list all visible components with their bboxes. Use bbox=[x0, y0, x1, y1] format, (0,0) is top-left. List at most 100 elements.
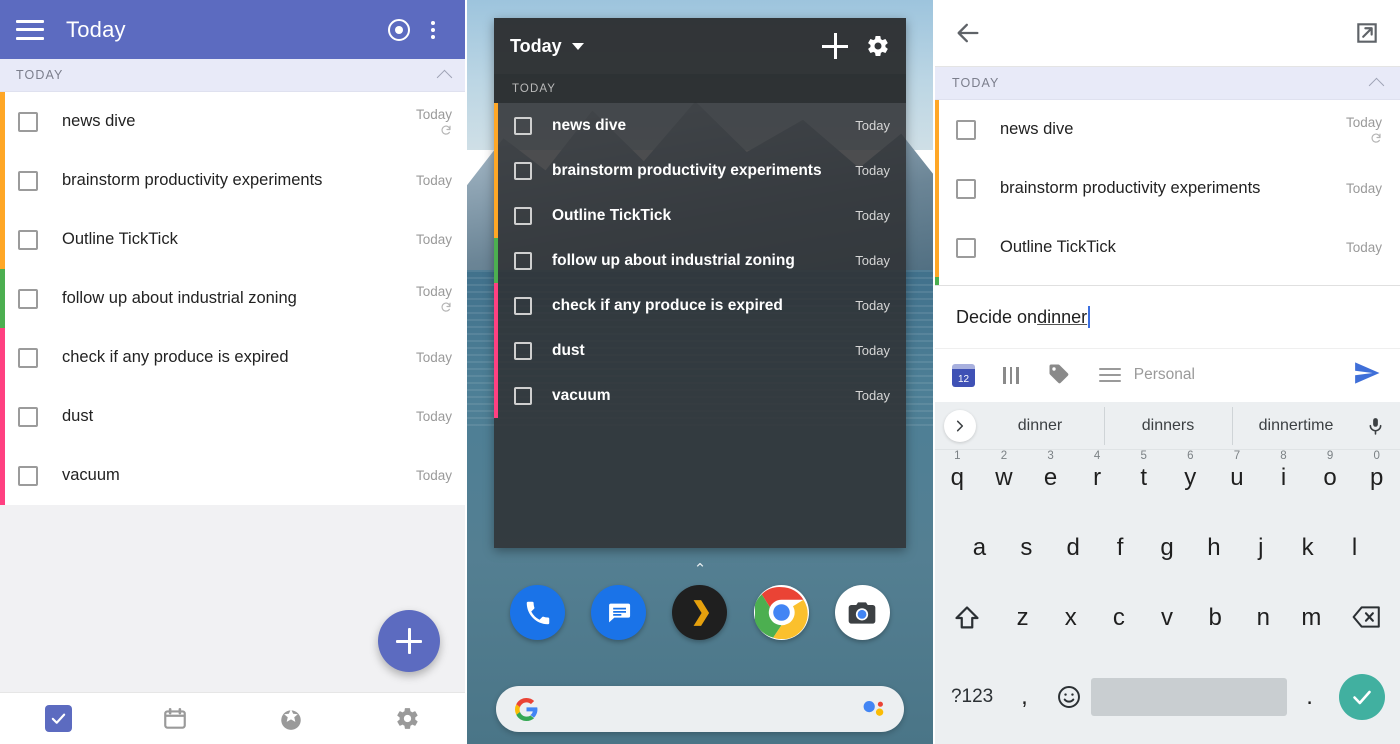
tag-icon[interactable] bbox=[1047, 361, 1071, 390]
widget-task-row[interactable]: Outline TickTick Today bbox=[494, 193, 906, 238]
key-k[interactable]: k bbox=[1284, 520, 1331, 562]
widget-task-row[interactable]: brainstorm productivity experiments Today bbox=[494, 148, 906, 193]
chevron-up-icon[interactable] bbox=[436, 69, 453, 85]
key-a[interactable]: a bbox=[956, 520, 1003, 562]
calendar-icon[interactable]: 12 bbox=[952, 363, 975, 387]
caret-down-icon[interactable] bbox=[571, 42, 584, 50]
key-j[interactable]: j bbox=[1237, 520, 1284, 562]
dock-icon-messages[interactable] bbox=[591, 585, 647, 640]
priority-flag-icon[interactable] bbox=[1003, 366, 1019, 384]
task-checkbox[interactable] bbox=[956, 119, 976, 140]
backspace-icon[interactable] bbox=[1335, 590, 1398, 630]
emoji-smiley-icon[interactable] bbox=[1047, 684, 1092, 710]
task-checkbox[interactable] bbox=[514, 296, 532, 315]
widget-task-row[interactable]: news dive Today bbox=[494, 103, 906, 148]
suggestion-0[interactable]: dinner bbox=[976, 417, 1104, 435]
key-b[interactable]: b bbox=[1191, 590, 1239, 632]
task-row[interactable]: brainstorm productivity experiments Today bbox=[0, 151, 466, 210]
key-m[interactable]: m bbox=[1287, 590, 1335, 632]
widget-add-icon[interactable] bbox=[822, 33, 848, 59]
key-u[interactable]: 7u bbox=[1214, 450, 1261, 492]
task-checkbox[interactable] bbox=[956, 237, 976, 258]
dock-icon-chrome[interactable] bbox=[753, 585, 809, 640]
section-header-today[interactable]: TODAY bbox=[934, 67, 1400, 100]
task-checkbox[interactable] bbox=[956, 178, 976, 199]
task-title-input[interactable]: Decide on dinner bbox=[934, 286, 1400, 348]
space-key[interactable] bbox=[1091, 678, 1288, 716]
key-v[interactable]: v bbox=[1143, 590, 1191, 632]
task-row[interactable]: check if any produce is expired Today bbox=[0, 328, 466, 387]
chevron-right-icon[interactable] bbox=[944, 409, 976, 442]
key-w[interactable]: 2w bbox=[981, 450, 1028, 492]
suggestion-1[interactable]: dinners bbox=[1104, 406, 1232, 445]
back-arrow-icon[interactable] bbox=[954, 19, 982, 47]
key-n[interactable]: n bbox=[1239, 590, 1287, 632]
task-row[interactable]: news dive Today bbox=[934, 100, 1400, 159]
dock-icon-plex[interactable] bbox=[672, 585, 728, 640]
task-checkbox[interactable] bbox=[18, 465, 38, 486]
widget-gear-icon[interactable] bbox=[866, 34, 890, 58]
comma-key[interactable]: , bbox=[1002, 683, 1047, 711]
key-t[interactable]: 5t bbox=[1120, 450, 1167, 492]
key-z[interactable]: z bbox=[999, 590, 1047, 632]
key-o[interactable]: 9o bbox=[1307, 450, 1354, 492]
key-e[interactable]: 3e bbox=[1027, 450, 1074, 492]
period-key[interactable]: . bbox=[1287, 683, 1332, 711]
task-row[interactable]: Outline TickTick Today bbox=[934, 218, 1400, 277]
chevron-up-icon[interactable]: ⌃ bbox=[466, 560, 934, 578]
add-task-fab[interactable] bbox=[378, 610, 440, 672]
chevron-up-icon[interactable] bbox=[1368, 77, 1385, 93]
key-q[interactable]: 1q bbox=[934, 450, 981, 492]
dock-icon-phone[interactable] bbox=[510, 585, 566, 640]
task-checkbox[interactable] bbox=[18, 288, 38, 309]
open-in-new-icon[interactable] bbox=[1354, 20, 1380, 46]
key-d[interactable]: d bbox=[1050, 520, 1097, 562]
widget-task-row[interactable]: check if any produce is expired Today bbox=[494, 283, 906, 328]
google-search-bar[interactable] bbox=[496, 686, 904, 732]
enter-key[interactable] bbox=[1332, 674, 1392, 720]
widget-task-row[interactable]: follow up about industrial zoning Today bbox=[494, 238, 906, 283]
key-s[interactable]: s bbox=[1003, 520, 1050, 562]
widget-task-row[interactable]: dust Today bbox=[494, 328, 906, 373]
task-checkbox[interactable] bbox=[514, 161, 532, 180]
suggestion-2[interactable]: dinnertime bbox=[1232, 406, 1360, 445]
target-icon[interactable] bbox=[382, 13, 416, 47]
nav-calendar[interactable] bbox=[117, 706, 234, 732]
key-l[interactable]: l bbox=[1331, 520, 1378, 562]
dock-icon-camera[interactable] bbox=[834, 585, 890, 640]
key-y[interactable]: 6y bbox=[1167, 450, 1214, 492]
list-selector[interactable]: Personal bbox=[1098, 366, 1352, 384]
key-h[interactable]: h bbox=[1190, 520, 1237, 562]
widget-title[interactable]: Today bbox=[510, 36, 562, 57]
task-checkbox[interactable] bbox=[514, 386, 532, 405]
task-checkbox[interactable] bbox=[18, 347, 38, 368]
task-checkbox[interactable] bbox=[514, 116, 532, 135]
nav-settings[interactable] bbox=[350, 706, 467, 731]
shift-up-icon[interactable] bbox=[936, 590, 999, 632]
task-row[interactable]: dust Today bbox=[0, 387, 466, 446]
task-row[interactable]: Outline TickTick Today bbox=[0, 210, 466, 269]
section-header-today[interactable]: TODAY bbox=[0, 59, 466, 92]
task-checkbox[interactable] bbox=[18, 406, 38, 427]
task-checkbox[interactable] bbox=[514, 251, 532, 270]
task-row[interactable]: news dive Today bbox=[0, 92, 466, 151]
task-checkbox[interactable] bbox=[18, 229, 38, 250]
widget-task-row[interactable]: vacuum Today bbox=[494, 373, 906, 418]
key-i[interactable]: 8i bbox=[1260, 450, 1307, 492]
task-checkbox[interactable] bbox=[18, 170, 38, 191]
hamburger-icon[interactable] bbox=[16, 19, 44, 40]
nav-tasks[interactable] bbox=[0, 705, 117, 732]
key-r[interactable]: 4r bbox=[1074, 450, 1121, 492]
task-row[interactable]: follow up about industrial zoning Today bbox=[0, 269, 466, 328]
key-g[interactable]: g bbox=[1144, 520, 1191, 562]
more-vertical-icon[interactable] bbox=[416, 13, 450, 47]
key-x[interactable]: x bbox=[1047, 590, 1095, 632]
key-c[interactable]: c bbox=[1095, 590, 1143, 632]
microphone-icon[interactable] bbox=[1360, 415, 1390, 437]
key-p[interactable]: 0p bbox=[1353, 450, 1400, 492]
key-f[interactable]: f bbox=[1097, 520, 1144, 562]
task-checkbox[interactable] bbox=[514, 206, 532, 225]
task-checkbox[interactable] bbox=[514, 341, 532, 360]
send-icon[interactable] bbox=[1352, 358, 1382, 393]
symbols-key[interactable]: ?123 bbox=[942, 686, 1002, 708]
